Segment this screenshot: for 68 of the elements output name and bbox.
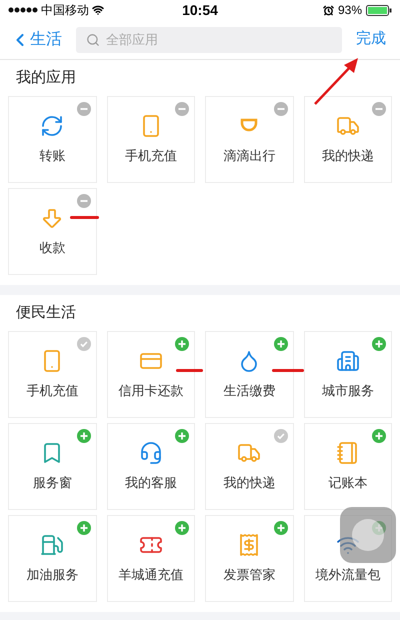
add-button[interactable] — [372, 337, 386, 351]
add-button[interactable] — [175, 429, 189, 443]
app-tile[interactable]: 服务窗 — [8, 423, 96, 510]
app-tile[interactable]: 记账本 — [304, 423, 392, 510]
app-label: 我的快递 — [322, 146, 374, 165]
app-label: 记账本 — [328, 474, 368, 492]
add-button[interactable] — [76, 429, 90, 443]
remove-button[interactable] — [76, 102, 90, 116]
add-button[interactable] — [76, 521, 90, 535]
headset-icon — [138, 440, 163, 465]
add-button[interactable] — [274, 337, 288, 351]
alarm-icon — [322, 4, 334, 16]
app-tile[interactable]: 信用卡还款 — [106, 331, 195, 418]
app-label: 手机充值 — [124, 146, 177, 165]
add-button[interactable] — [372, 429, 386, 443]
app-label: 转账 — [39, 146, 66, 165]
building-icon — [336, 348, 360, 373]
exchange-icon — [40, 114, 64, 138]
battery-percent: 93% — [338, 2, 362, 19]
back-button[interactable]: 生活 — [10, 28, 66, 52]
app-tile[interactable]: 加油服务 — [8, 515, 96, 602]
add-button[interactable] — [274, 521, 288, 535]
app-tile[interactable]: 我的快递 — [304, 96, 392, 183]
app-label: 收款 — [39, 238, 66, 257]
wifi-icon — [92, 4, 104, 16]
app-tile[interactable]: 我的客服 — [106, 423, 195, 510]
app-label: 境外流量包 — [315, 566, 380, 584]
annotation-mark — [70, 216, 99, 219]
app-label: 我的快递 — [223, 474, 276, 492]
add-button[interactable] — [175, 521, 189, 535]
section-title: 便民生活 — [15, 302, 77, 323]
remove-button[interactable] — [372, 102, 386, 116]
done-button[interactable]: 完成 — [352, 28, 390, 51]
notebook-icon — [336, 440, 360, 465]
fuel-pump-icon — [40, 532, 64, 557]
remove-button[interactable] — [76, 194, 90, 208]
app-tile[interactable]: 滴滴出行 — [205, 96, 294, 183]
app-label: 信用卡还款 — [118, 382, 184, 400]
section-title: 我的应用 — [15, 68, 77, 88]
app-tile[interactable]: 城市服务 — [304, 331, 392, 418]
remove-button[interactable] — [274, 102, 288, 116]
app-tile[interactable]: 生活缴费 — [205, 331, 294, 418]
clock-time: 10:54 — [182, 0, 218, 20]
app-tile[interactable]: 转账 — [8, 96, 96, 183]
app-tile[interactable]: 收款 — [8, 188, 96, 275]
app-label: 羊城通充值 — [118, 566, 184, 584]
app-tile[interactable]: 发票管家 — [205, 515, 294, 602]
app-label: 滴滴出行 — [223, 146, 276, 165]
add-button[interactable] — [175, 337, 189, 351]
app-label: 生活缴费 — [223, 382, 276, 400]
signal-icon — [8, 7, 38, 13]
app-tile[interactable]: 手机充值 — [8, 331, 96, 418]
app-label: 城市服务 — [322, 382, 374, 400]
search-field[interactable]: 全部应用 — [76, 26, 342, 52]
app-label: 加油服务 — [26, 566, 78, 584]
search-icon — [86, 32, 100, 46]
app-label: 服务窗 — [32, 474, 72, 492]
app-label: 发票管家 — [223, 566, 276, 584]
app-tile[interactable]: 手机充值 — [106, 96, 195, 183]
remove-button[interactable] — [175, 102, 189, 116]
app-label: 我的客服 — [124, 474, 177, 492]
battery-icon — [366, 4, 392, 16]
annotation-mark — [176, 369, 203, 372]
annotation-mark — [272, 369, 304, 372]
app-tile[interactable]: 我的快递 — [205, 423, 294, 510]
carrier-name: 中国移动 — [41, 2, 89, 19]
app-label: 手机充值 — [26, 382, 78, 400]
app-tile[interactable]: 羊城通充值 — [106, 515, 195, 602]
